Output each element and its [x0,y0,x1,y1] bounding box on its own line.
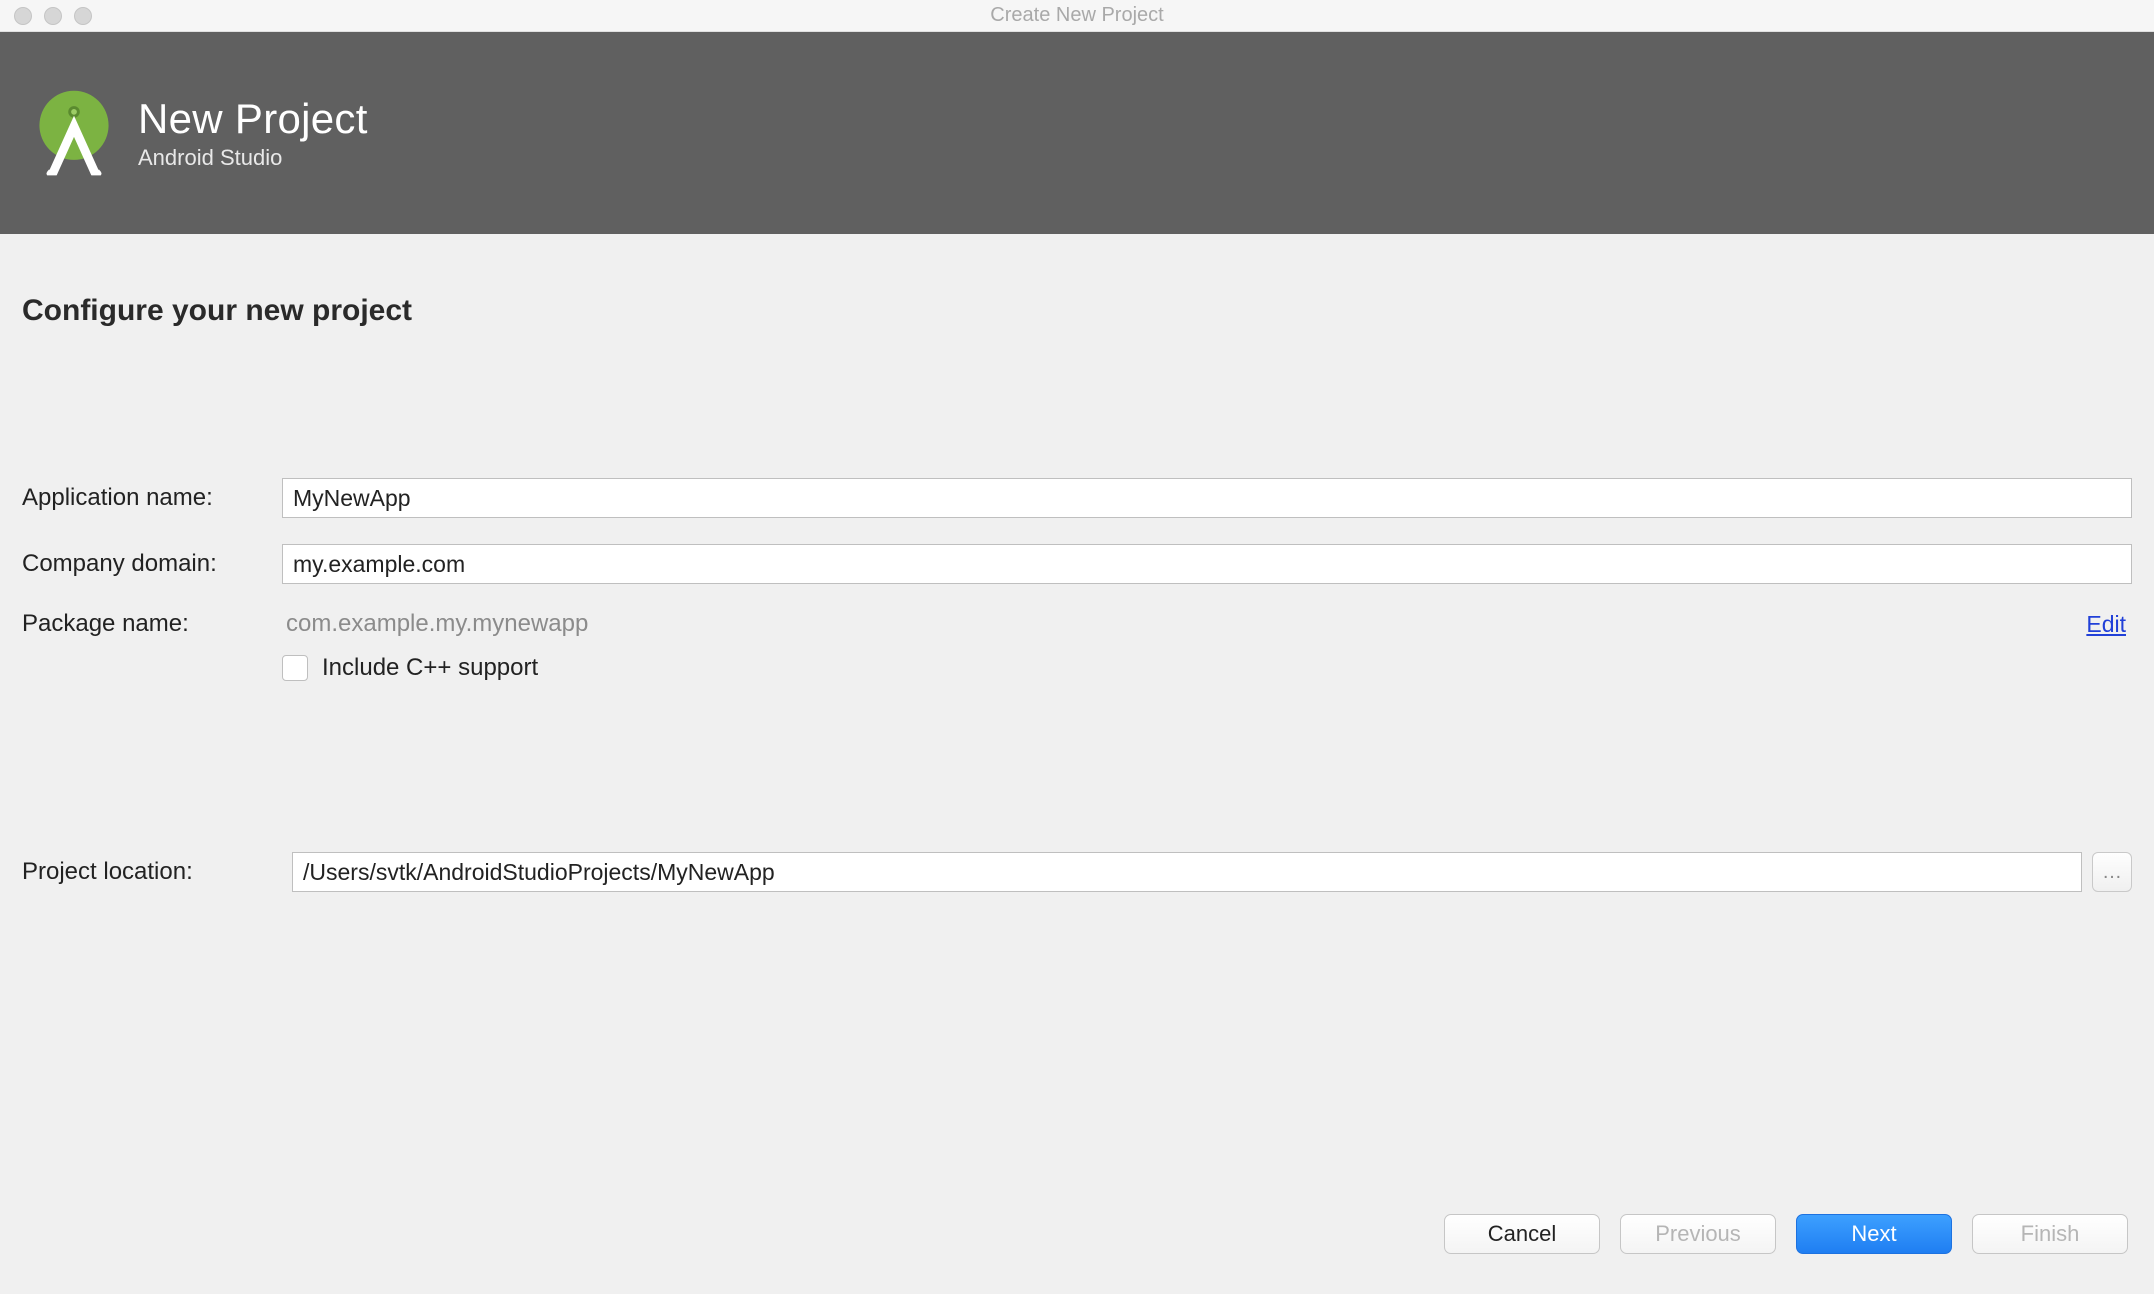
page-title: Configure your new project [22,294,2132,328]
company-domain-label: Company domain: [22,550,282,578]
package-name-label: Package name: [22,610,282,638]
include-cpp-checkbox[interactable] [282,655,308,681]
project-location-input[interactable] [292,852,2082,892]
project-location-label: Project location: [22,858,282,886]
window-controls [0,7,92,25]
titlebar: Create New Project [0,0,2154,32]
application-name-input[interactable] [282,478,2132,518]
include-cpp-label: Include C++ support [322,654,538,682]
minimize-window-icon[interactable] [44,7,62,25]
package-name-value: com.example.my.mynewapp [282,610,2086,638]
cancel-button[interactable]: Cancel [1444,1214,1600,1254]
android-studio-logo-icon [26,85,122,181]
header-title: New Project [138,95,368,143]
window-title: Create New Project [990,4,1163,27]
finish-button[interactable]: Finish [1972,1214,2128,1254]
wizard-header: New Project Android Studio [0,32,2154,234]
company-domain-input[interactable] [282,544,2132,584]
application-name-label: Application name: [22,484,282,512]
close-window-icon[interactable] [14,7,32,25]
zoom-window-icon[interactable] [74,7,92,25]
edit-package-link[interactable]: Edit [2086,611,2132,638]
next-button[interactable]: Next [1796,1214,1952,1254]
ellipsis-icon: … [2102,861,2122,884]
browse-location-button[interactable]: … [2092,852,2132,892]
header-subtitle: Android Studio [138,145,368,171]
previous-button[interactable]: Previous [1620,1214,1776,1254]
wizard-footer: Cancel Previous Next Finish [1444,1214,2128,1254]
